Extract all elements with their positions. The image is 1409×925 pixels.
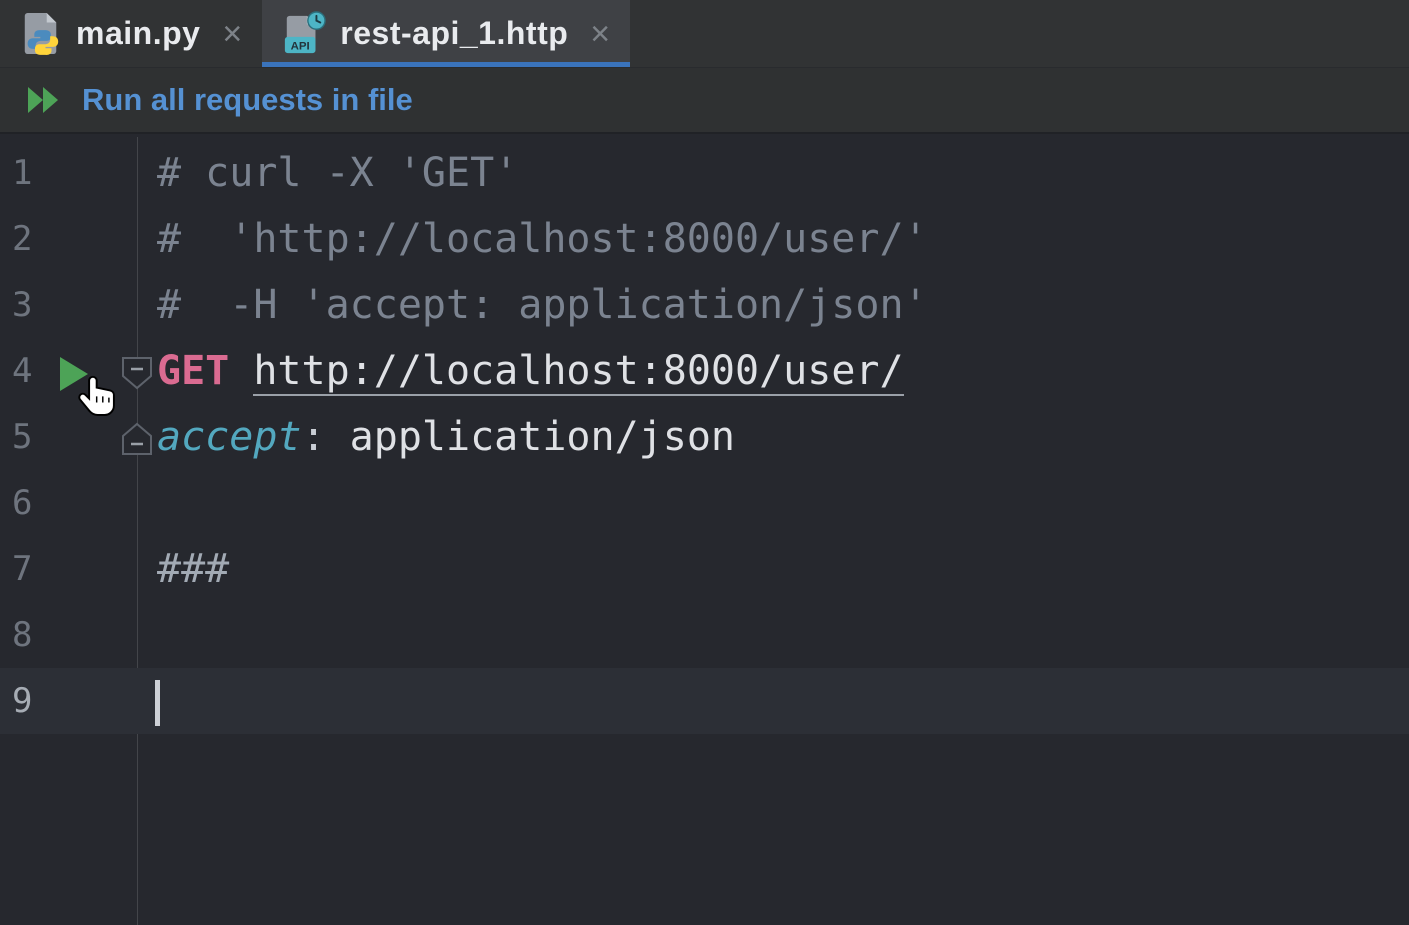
active-tab-underline xyxy=(262,62,630,67)
code-line[interactable]: 7 ### xyxy=(0,536,1409,602)
code-line[interactable]: 2 # 'http://localhost:8000/user/' xyxy=(0,206,1409,272)
code-segment-plain xyxy=(229,348,253,394)
run-all-requests-label[interactable]: Run all requests in file xyxy=(82,82,413,118)
code-text[interactable]: # -H 'accept: application/json' xyxy=(137,272,928,338)
line-number: 3 xyxy=(0,272,137,338)
code-segment-comment: # curl -X 'GET' xyxy=(157,150,518,196)
line-number: 7 xyxy=(0,536,137,602)
hand-pointer-cursor xyxy=(78,375,120,423)
tab-label: main.py xyxy=(76,15,200,52)
code-line[interactable]: 6 xyxy=(0,470,1409,536)
code-text[interactable] xyxy=(137,470,157,536)
code-segment-punct: : xyxy=(302,414,350,460)
code-line[interactable]: 3 # -H 'accept: application/json' xyxy=(0,272,1409,338)
code-rows: 1 # curl -X 'GET' 2 # 'http://localhost:800… xyxy=(0,140,1409,734)
code-segment-comment: # 'http://localhost:8000/user/' xyxy=(157,216,928,262)
tab-main-py[interactable]: main.py × xyxy=(0,0,262,67)
code-text[interactable]: # 'http://localhost:8000/user/' xyxy=(137,206,928,272)
code-text[interactable] xyxy=(137,602,157,668)
code-line[interactable]: 4GET http://localhost:8000/user/ xyxy=(0,338,1409,404)
line-number: 2 xyxy=(0,206,137,272)
editor-tab-bar: main.py × API rest-api_1.http × xyxy=(0,0,1409,68)
code-text[interactable]: accept: application/json xyxy=(137,404,735,470)
http-api-file-icon: API xyxy=(282,10,326,58)
code-segment-plain: application/json xyxy=(350,414,735,460)
tab-rest-api-http[interactable]: API rest-api_1.http × xyxy=(262,0,630,67)
text-caret xyxy=(155,680,160,726)
code-line[interactable]: 5accept: application/json xyxy=(0,404,1409,470)
code-segment-separator: ### xyxy=(157,546,229,592)
line-number: 9 xyxy=(0,668,137,734)
code-segment-comment: # -H 'accept: application/json' xyxy=(157,282,928,328)
run-all-icon[interactable] xyxy=(26,85,64,115)
fold-start-icon[interactable] xyxy=(121,356,153,394)
code-line[interactable]: 8 xyxy=(0,602,1409,668)
code-segment-header-name: accept xyxy=(157,414,302,460)
line-number: 1 xyxy=(0,140,137,206)
code-text[interactable]: # curl -X 'GET' xyxy=(137,140,518,206)
run-all-requests-banner[interactable]: Run all requests in file xyxy=(0,68,1409,134)
close-icon[interactable]: × xyxy=(222,17,242,51)
line-number: 8 xyxy=(0,602,137,668)
close-icon[interactable]: × xyxy=(590,17,610,51)
code-line[interactable]: 9 xyxy=(0,668,1409,734)
line-number: 6 xyxy=(0,470,137,536)
code-segment-url: http://localhost:8000/user/ xyxy=(253,348,903,396)
code-text[interactable]: ### xyxy=(137,536,229,602)
code-text[interactable]: GET http://localhost:8000/user/ xyxy=(137,338,904,404)
code-line[interactable]: 1 # curl -X 'GET' xyxy=(0,140,1409,206)
fold-end-icon[interactable] xyxy=(121,422,153,460)
code-text[interactable] xyxy=(137,668,157,734)
code-segment-method: GET xyxy=(157,348,229,394)
svg-text:API: API xyxy=(291,40,310,52)
tab-label: rest-api_1.http xyxy=(340,15,568,52)
code-editor[interactable]: 1 # curl -X 'GET' 2 # 'http://localhost:800… xyxy=(0,137,1409,925)
python-file-icon xyxy=(20,11,62,57)
